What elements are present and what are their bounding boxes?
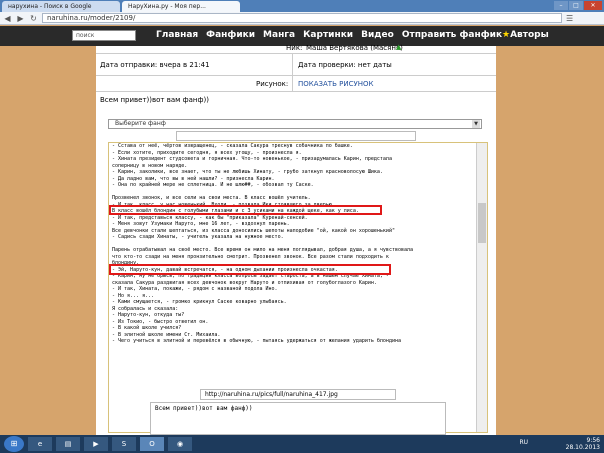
highlight-box-2 (109, 264, 391, 275)
title-input[interactable] (176, 131, 416, 141)
show-picture-link[interactable]: ПОКАЗАТЬ РИСУНОК (298, 80, 373, 88)
nik-label: Ник: (286, 44, 303, 52)
chevron-down-icon[interactable]: ▼ (472, 120, 480, 128)
address-input[interactable]: naruhina.ru/moder/2109/ (42, 13, 562, 23)
back-icon[interactable]: ◀ (3, 14, 12, 23)
wrench-icon[interactable]: ☰ (566, 14, 573, 23)
scrollbar-thumb[interactable] (478, 203, 486, 243)
tab-naruhina[interactable]: НаруХина.ру - Моя пер... (122, 1, 240, 12)
clock-time: 9:56 (586, 437, 600, 444)
menu-item-home[interactable]: Главная (156, 30, 198, 40)
comment-textarea[interactable]: Всем привет))вот вам фанф)) (150, 402, 446, 435)
taskbar-camera-icon[interactable]: ◉ (168, 437, 192, 451)
greeting-text: Всем привет))вот вам фанф)) (100, 96, 209, 104)
minimize-button[interactable]: – (554, 1, 568, 10)
row-picture: Рисунок: ПОКАЗАТЬ РИСУНОК (96, 76, 496, 92)
reload-icon[interactable]: ↻ (29, 14, 38, 23)
start-button[interactable]: ⊞ (4, 436, 24, 452)
menu-item-submit-fanfic[interactable]: Отправить фанфик (402, 30, 502, 40)
star-icon[interactable]: ★ (502, 30, 510, 40)
tab-google-search[interactable]: нарухина - Поиск в Google (2, 1, 120, 12)
fanfic-select[interactable]: Выберите фанф ▼ (108, 119, 482, 129)
browser-tab-strip: нарухина - Поиск в Google НаруХина.ру - … (0, 0, 604, 12)
taskbar-media-icon[interactable]: ▶ (84, 437, 108, 451)
nik-value: Маша Вертякова (Масяня) (306, 44, 403, 52)
menu-item-manga[interactable]: Манга (263, 30, 295, 40)
fanfic-select-value: Выберите фанф (115, 120, 166, 127)
clock-date: 28.10.2013 (565, 444, 600, 451)
system-clock[interactable]: 9:56 28.10.2013 (566, 437, 600, 451)
close-window-button[interactable]: ✕ (584, 1, 602, 10)
menu-item-fanfics[interactable]: Фанфики (206, 30, 255, 40)
taskbar-ie-icon[interactable]: e (28, 437, 52, 451)
maximize-button[interactable]: □ (569, 1, 583, 10)
row-nik: Ник: Маша Вертякова (Масяня) ▲ (96, 40, 496, 54)
language-indicator[interactable]: RU (519, 439, 528, 446)
online-icon: ▲ (396, 43, 402, 51)
sent-date-label: Дата отправки: (100, 61, 158, 69)
checked-date-label: Дата проверки: (298, 61, 356, 69)
moderation-page: Ник: Маша Вертякова (Масяня) ▲ Дата отпр… (96, 43, 496, 435)
editor-scrollbar[interactable] (476, 143, 487, 432)
forward-icon[interactable]: ▶ (16, 14, 25, 23)
row-dates: Дата отправки: вчера в 21:41 Дата провер… (96, 54, 496, 76)
site-menu: Главная Фанфики Манга Картинки Видео Отп… (156, 30, 549, 40)
highlight-box-1 (109, 205, 382, 215)
menu-item-video[interactable]: Видео (361, 30, 394, 40)
taskbar-explorer-icon[interactable]: ▤ (56, 437, 80, 451)
taskbar-skype-icon[interactable]: S (112, 437, 136, 451)
menu-item-authors[interactable]: Авторы (510, 30, 549, 40)
menu-item-pictures[interactable]: Картинки (303, 30, 353, 40)
picture-label: Рисунок: (256, 80, 289, 88)
sent-date-value: вчера в 21:41 (159, 61, 210, 69)
address-toolbar: ◀ ▶ ↻ naruhina.ru/moder/2109/ ☰ (0, 12, 604, 25)
windows-taskbar: ⊞ e ▤ ▶ S O ◉ RU 9:56 28.10.2013 (0, 435, 604, 453)
taskbar-opera-icon[interactable]: O (140, 437, 164, 451)
image-url-input[interactable]: http://naruhina.ru/pics/full/naruhina_41… (200, 389, 396, 400)
checked-date-value: нет даты (357, 61, 392, 69)
